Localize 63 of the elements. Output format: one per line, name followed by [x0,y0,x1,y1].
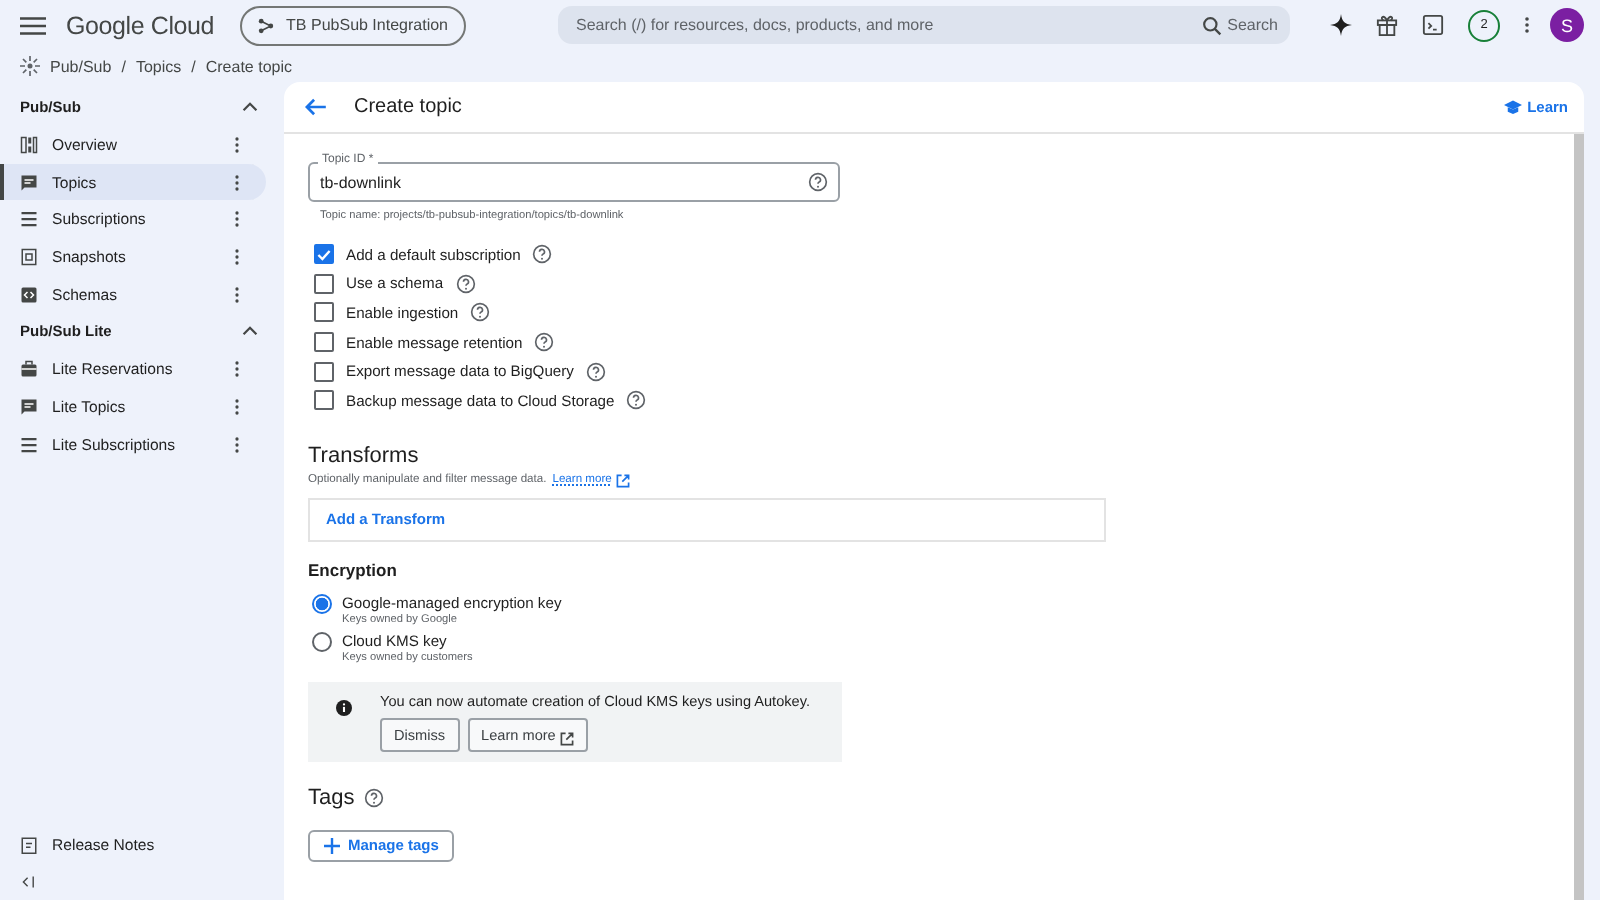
help-icon[interactable] [470,302,491,323]
help-icon[interactable] [626,390,647,411]
notes-icon [20,836,38,855]
info-icon [336,699,352,716]
back-arrow-icon[interactable] [304,98,326,116]
nav-icon [20,173,38,192]
more-icon[interactable] [234,210,240,229]
text-field[interactable]: tb-downlink [308,162,840,202]
nav-icon [20,397,38,416]
external-link-icon[interactable] [615,473,630,488]
breadcrumb-separator: / [191,57,196,75]
gift-icon[interactable] [1376,14,1398,36]
nav-icon [20,210,38,229]
breadcrumb-link[interactable]: Topics [135,57,182,75]
section-title: Tags [308,785,355,810]
project-picker[interactable]: TB PubSub Integration [240,5,466,45]
more-icon[interactable] [234,360,240,379]
checkbox[interactable] [314,302,334,323]
more-icon[interactable] [1524,14,1530,36]
search-field[interactable]: Search (/) for resources, docs, products, and more Search [558,6,1290,44]
hub-icon [20,56,40,76]
checkbox[interactable] [314,332,334,353]
checkbox[interactable] [314,244,334,265]
checkbox[interactable] [314,361,334,382]
external-link-icon [559,731,574,746]
section-title: Transforms [308,443,419,468]
search-icon [1201,15,1222,35]
help-icon[interactable] [808,172,828,192]
checkbox[interactable] [314,273,334,294]
section-title: Encryption [308,559,397,580]
scrollbar[interactable] [1574,134,1584,900]
plus-icon [324,837,340,854]
radio-button[interactable] [312,593,332,614]
help-icon[interactable] [585,361,606,382]
logo[interactable]: Google Cloud [66,11,215,39]
breadcrumb-separator: / [121,57,126,75]
school-icon [1503,99,1522,115]
help-icon[interactable] [364,787,385,808]
nav-icon [20,285,38,304]
help-icon[interactable] [455,273,476,294]
more-icon[interactable] [234,173,240,192]
radio-button[interactable] [312,631,332,652]
nav-icon [20,247,38,266]
more-icon[interactable] [234,435,240,454]
search-button[interactable]: Search [1201,15,1278,35]
more-icon[interactable] [234,247,240,266]
checkbox[interactable] [314,390,334,411]
more-icon[interactable] [234,397,240,416]
page-title: Create topic [354,96,462,118]
nav-icon [20,135,38,154]
more-icon[interactable] [234,135,240,154]
terminal-icon[interactable] [1422,14,1444,36]
help-icon[interactable] [534,332,555,353]
collapse-icon[interactable] [22,876,36,888]
menu-icon[interactable] [20,15,46,35]
sparkle-icon[interactable] [1330,14,1352,36]
breadcrumb-link[interactable]: Pub/Sub [50,57,112,75]
avatar[interactable]: S [1550,8,1584,42]
project-icon [258,17,275,33]
help-icon[interactable] [532,244,553,265]
more-icon[interactable] [234,285,240,304]
nav-icon [20,435,38,454]
nav-icon [20,360,38,379]
